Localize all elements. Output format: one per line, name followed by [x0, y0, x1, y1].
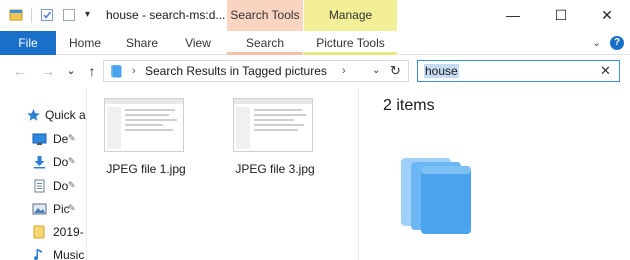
recent-locations-button[interactable]: ⌄ — [62, 62, 80, 80]
close-button[interactable]: ✕ — [584, 0, 630, 31]
file-name: JPEG file 3.jpg — [235, 162, 315, 176]
window-title: house - search-ms:d... — [106, 8, 226, 22]
address-row: ← → ⌄ ↑ › Search Results in Tagged pictu… — [0, 56, 630, 88]
pin-icon: ✎ — [68, 180, 76, 190]
tab-file[interactable]: File — [0, 31, 56, 55]
tab-view[interactable]: View — [176, 31, 220, 55]
qat-separator — [31, 8, 32, 23]
pin-icon: ✎ — [68, 156, 76, 166]
navigation-pane: Quick a De ✎ Do ✎ Do ✎ Pic ✎ 2019- Music — [0, 88, 87, 260]
ribbon-tab-bar: File Home Share View Search Picture Tool… — [0, 31, 630, 55]
nav-item-label: Quick a — [45, 108, 86, 122]
file-name: JPEG file 1.jpg — [106, 162, 186, 176]
downloads-icon — [34, 156, 45, 169]
nav-item-music[interactable]: Music — [0, 244, 86, 260]
new-folder-icon[interactable] — [62, 8, 76, 22]
properties-icon[interactable] — [40, 8, 54, 22]
expand-ribbon-icon[interactable]: ⌄ — [592, 36, 601, 49]
file-item[interactable]: JPEG file 3.jpg — [220, 98, 330, 178]
search-results-stack-icon — [401, 158, 471, 234]
clear-search-icon[interactable]: ✕ — [600, 63, 611, 79]
search-input[interactable]: house — [424, 64, 459, 78]
star-icon — [27, 109, 40, 121]
nav-item-quick-access[interactable]: Quick a — [0, 104, 86, 126]
nav-item-downloads[interactable]: Do ✎ — [0, 151, 86, 173]
nav-item-label: Do — [53, 179, 69, 193]
search-box[interactable]: house ✕ — [417, 60, 620, 82]
tab-search[interactable]: Search — [227, 31, 303, 55]
tab-picture-tools[interactable]: Picture Tools — [304, 31, 397, 55]
item-count: 2 items — [383, 97, 435, 114]
file-list: JPEG file 1.jpg JPEG file 3.jpg — [88, 88, 358, 260]
nav-item-label: De — [53, 132, 69, 146]
nav-item-label: Music — [53, 248, 85, 260]
tab-share[interactable]: Share — [118, 31, 166, 55]
pictures-icon — [32, 203, 47, 215]
refresh-icon[interactable]: ↻ — [390, 62, 401, 80]
pin-icon: ✎ — [68, 203, 76, 213]
address-bar[interactable]: › Search Results in Tagged pictures › ⌄ … — [103, 60, 409, 82]
maximize-button[interactable]: ☐ — [538, 0, 584, 31]
details-pane: 2 items — [358, 88, 630, 260]
breadcrumb[interactable]: Search Results in Tagged pictures — [145, 64, 327, 79]
minimize-button[interactable]: — — [490, 0, 536, 31]
nav-item-folder-2019[interactable]: 2019- — [0, 221, 86, 243]
image-thumbnail — [233, 98, 313, 152]
image-thumbnail — [104, 98, 184, 152]
help-icon[interactable]: ? — [610, 36, 624, 50]
desktop-icon — [32, 133, 47, 145]
back-button[interactable]: ← — [11, 62, 29, 80]
search-results-folder-icon — [111, 65, 122, 78]
folder-icon — [33, 225, 45, 239]
up-button[interactable]: ↑ — [83, 62, 101, 80]
breadcrumb-chevron-icon[interactable]: › — [342, 63, 346, 79]
file-item[interactable]: JPEG file 1.jpg — [91, 98, 201, 178]
nav-item-pictures[interactable]: Pic ✎ — [0, 198, 86, 220]
nav-item-label: 2019- — [53, 225, 84, 239]
qat-customize-dropdown[interactable]: ▾ — [85, 7, 90, 23]
pin-icon: ✎ — [68, 133, 76, 143]
documents-icon — [34, 179, 45, 193]
nav-item-label: Do — [53, 155, 69, 169]
nav-item-documents[interactable]: Do ✎ — [0, 175, 86, 197]
title-bar: ▾ house - search-ms:d... Search Tools Ma… — [0, 0, 630, 31]
music-icon — [34, 249, 42, 260]
search-tools-context-header: Search Tools — [227, 0, 303, 31]
manage-context-header: Manage — [304, 0, 397, 31]
explorer-window-icon[interactable] — [9, 8, 23, 22]
address-dropdown-icon[interactable]: ⌄ — [372, 63, 380, 79]
tab-home[interactable]: Home — [62, 31, 108, 55]
breadcrumb-chevron-icon[interactable]: › — [132, 63, 136, 79]
forward-button[interactable]: → — [39, 62, 57, 80]
nav-item-desktop[interactable]: De ✎ — [0, 128, 86, 150]
